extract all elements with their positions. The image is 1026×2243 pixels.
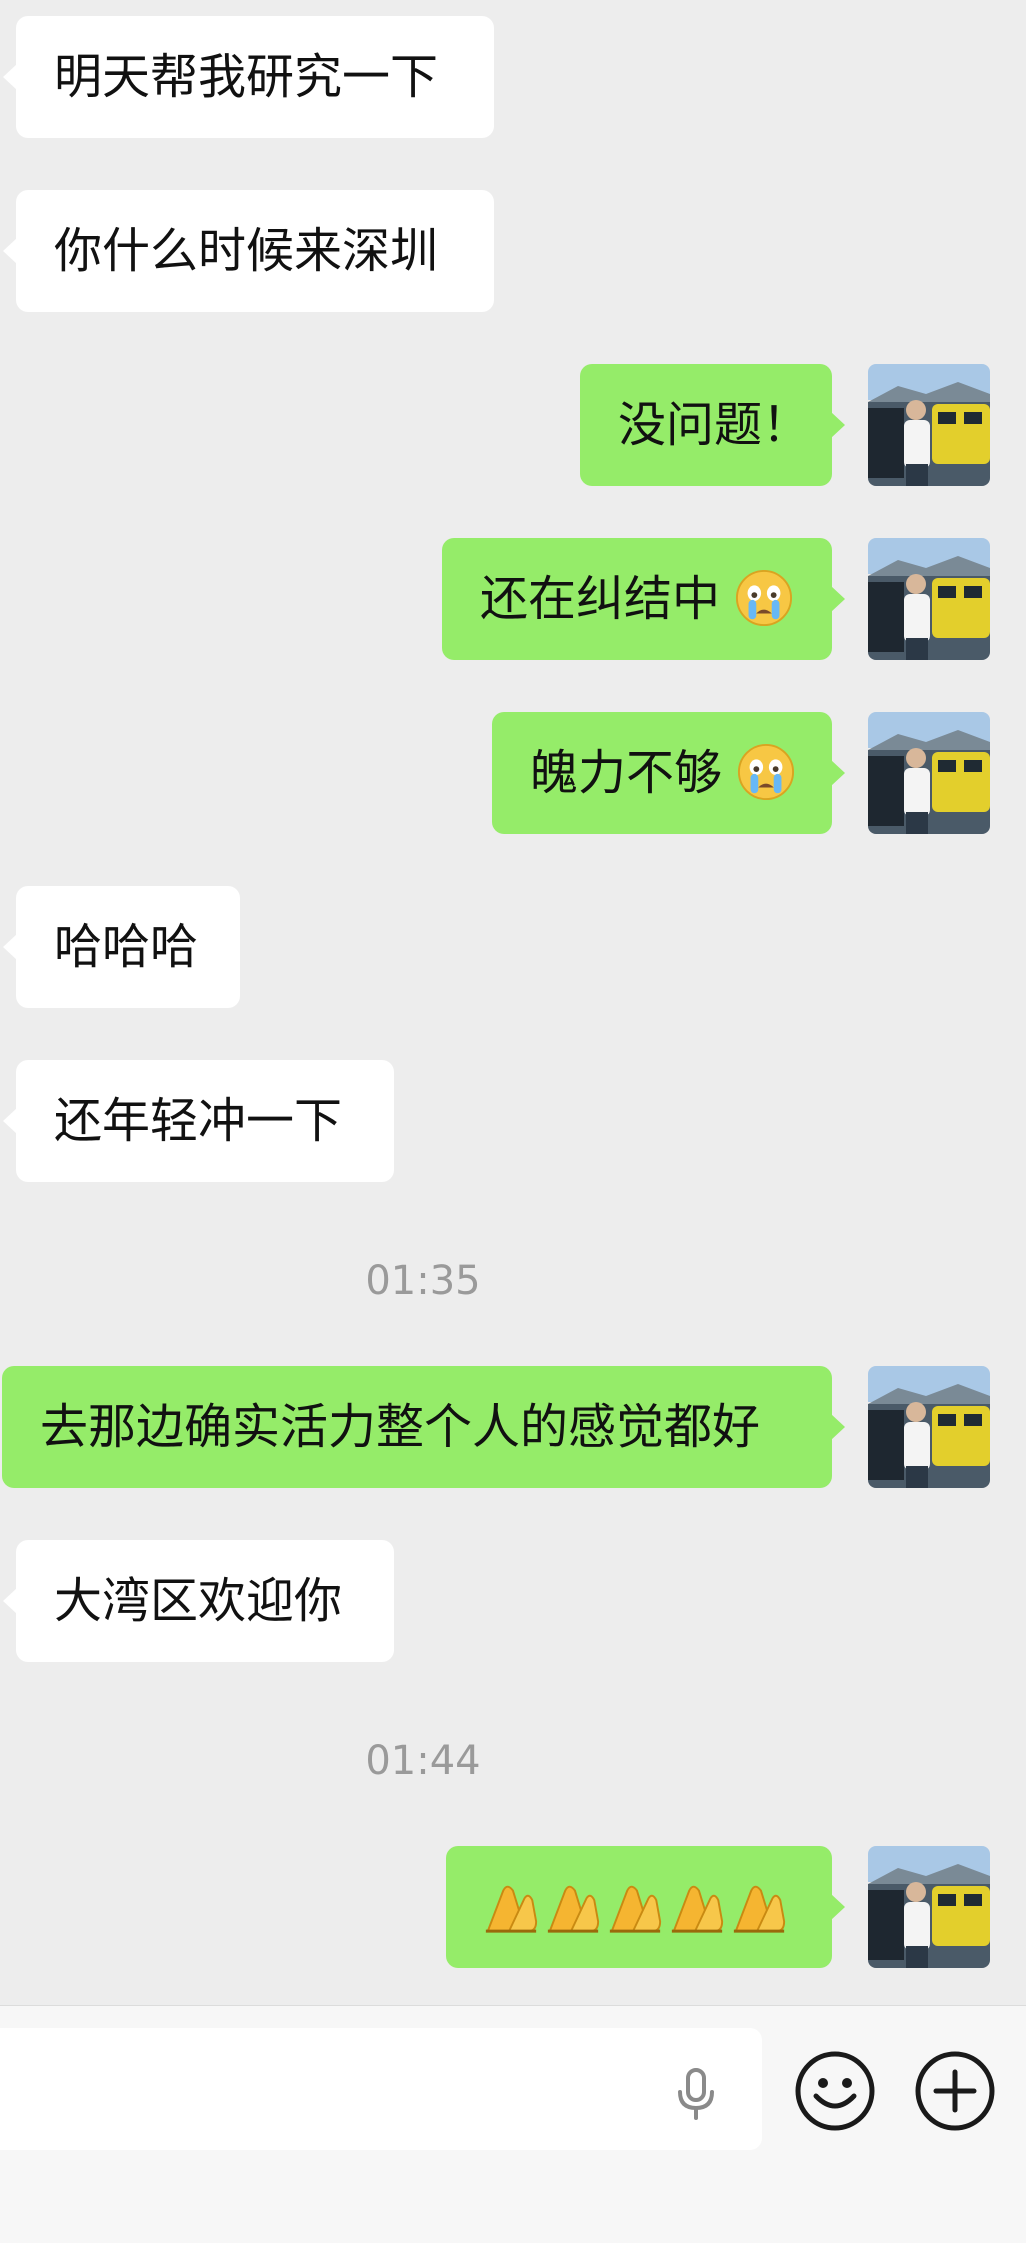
emoji-face-icon[interactable] <box>794 2050 876 2132</box>
outgoing-message-bubble[interactable]: 还在纠结中 <box>442 538 845 660</box>
message-text: 还在纠结中 <box>480 571 721 627</box>
message-text: 明天帮我研究一下 <box>54 49 439 105</box>
message-text: 还年轻冲一下 <box>54 1093 343 1149</box>
folded-hands-emoji <box>547 1885 600 1933</box>
folded-hands-emoji <box>733 1885 786 1933</box>
incoming-message-bubble[interactable]: 大湾区欢迎你 <box>3 1540 394 1662</box>
plus-circle-icon[interactable] <box>914 2050 996 2132</box>
outgoing-message-bubble[interactable]: 去那边确实活力整个人的感觉都好 <box>2 1366 845 1488</box>
folded-hands-emoji <box>671 1885 724 1933</box>
message-text: 去那边确实活力整个人的感觉都好 <box>40 1399 761 1455</box>
message-input[interactable] <box>0 2028 762 2150</box>
incoming-message-bubble[interactable]: 哈哈哈 <box>3 886 240 1008</box>
message-row-outgoing: 没问题！ <box>0 364 1026 486</box>
message-row-outgoing: 还在纠结中 <box>0 538 1026 660</box>
message-text: 没问题！ <box>618 397 811 453</box>
message-row-incoming: 大湾区欢迎你 <box>0 1540 1026 1662</box>
microphone-icon[interactable] <box>666 2064 726 2124</box>
incoming-message-bubble[interactable]: 明天帮我研究一下 <box>3 16 494 138</box>
outgoing-message-bubble[interactable] <box>446 1846 845 1968</box>
user-avatar[interactable] <box>868 712 990 834</box>
incoming-message-bubble[interactable]: 还年轻冲一下 <box>3 1060 394 1182</box>
message-row-incoming: 哈哈哈 <box>0 886 1026 1008</box>
message-row-incoming: 你什么时候来深圳 <box>0 190 1026 312</box>
crying-face-emoji <box>736 569 793 627</box>
message-text: 魄力不够 <box>530 745 723 801</box>
user-avatar[interactable] <box>868 538 990 660</box>
message-row-outgoing: 去那边确实活力整个人的感觉都好 <box>0 1366 1026 1488</box>
message-row-outgoing: 魄力不够 <box>0 712 1026 834</box>
message-text: 哈哈哈 <box>54 919 199 975</box>
folded-hands-emoji <box>485 1885 538 1933</box>
user-avatar[interactable] <box>868 364 990 486</box>
message-timestamp: 01:35 <box>365 1258 481 1304</box>
user-avatar[interactable] <box>868 1846 990 1968</box>
outgoing-message-bubble[interactable]: 没问题！ <box>580 364 845 486</box>
message-row-incoming: 明天帮我研究一下 <box>0 16 1026 138</box>
user-avatar[interactable] <box>868 1366 990 1488</box>
folded-hands-emoji <box>609 1885 662 1933</box>
chat-input-bar <box>0 2005 1026 2243</box>
message-timestamp: 01:44 <box>365 1738 481 1784</box>
crying-face-emoji <box>738 743 795 801</box>
message-text: 大湾区欢迎你 <box>54 1573 343 1629</box>
outgoing-message-bubble[interactable]: 魄力不够 <box>492 712 845 834</box>
message-row-outgoing <box>0 1846 1026 1968</box>
incoming-message-bubble[interactable]: 你什么时候来深圳 <box>3 190 494 312</box>
message-text: 你什么时候来深圳 <box>54 223 439 279</box>
chat-area[interactable]: 明天帮我研究一下 你什么时候来深圳 没问题！ 还在纠结中 魄力不够 哈哈哈 还年… <box>0 0 1026 2005</box>
message-row-incoming: 还年轻冲一下 <box>0 1060 1026 1182</box>
